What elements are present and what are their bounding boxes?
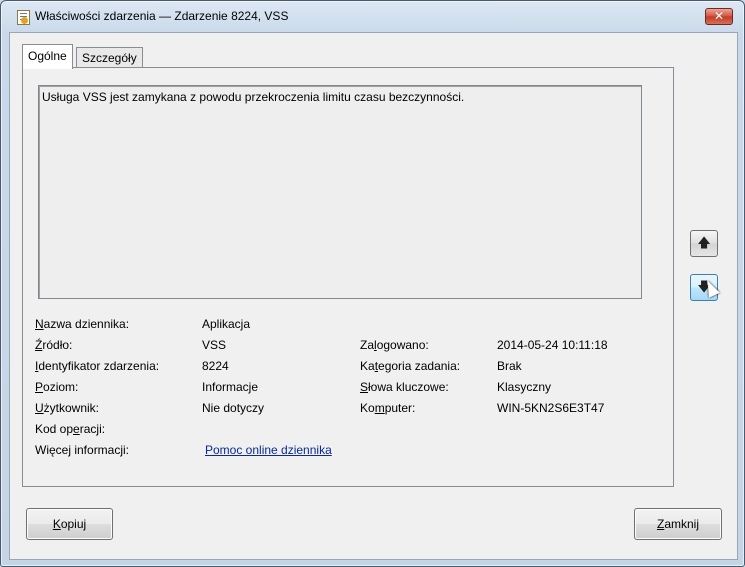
close-button[interactable]: Zamknij (634, 508, 722, 540)
previous-event-button[interactable]: 🡅 (690, 230, 718, 257)
dialog-body: Ogólne Szczegóły Usługa VSS jest zamykan… (9, 32, 738, 560)
source-value[interactable]: VSS (202, 338, 226, 352)
log-name-value[interactable]: Aplikacja (202, 317, 250, 331)
source-label: Źródło: (35, 338, 73, 352)
computer-value[interactable]: WIN-5KN2S6E3T47 (497, 401, 604, 415)
event-log-icon (17, 10, 30, 25)
event-description[interactable]: Usługa VSS jest zamykana z powodu przekr… (38, 85, 642, 299)
logged-label: Zalogowano: (360, 338, 429, 352)
event-id-value[interactable]: 8224 (202, 359, 229, 373)
copy-button[interactable]: Kopiuj (26, 508, 113, 540)
log-name-label: Nazwa dziennika: (35, 317, 130, 331)
level-value[interactable]: Informacje (202, 380, 258, 394)
task-category-value[interactable]: Brak (497, 359, 522, 373)
event-properties-window: Właściwości zdarzenia — Zdarzenie 8224, … (0, 0, 745, 567)
logged-value[interactable]: 2014-05-24 10:11:18 (497, 338, 608, 352)
keywords-label: Słowa kluczowe: (360, 380, 449, 394)
close-window-button[interactable]: ✕ (705, 8, 733, 25)
level-label: Poziom: (35, 380, 79, 394)
tab-details[interactable]: Szczegóły (76, 47, 143, 69)
task-category-label: Kategoria zadania: (360, 359, 461, 373)
opcode-label: Kod operacji: (35, 422, 106, 436)
computer-label: Komputer: (360, 401, 416, 415)
more-info-label: Więcej informacji: (35, 443, 130, 457)
user-value[interactable]: Nie dotyczy (202, 401, 264, 415)
title-bar[interactable]: Właściwości zdarzenia — Zdarzenie 8224, … (1, 1, 744, 31)
window-title: Właściwości zdarzenia — Zdarzenie 8224, … (35, 9, 289, 23)
arrow-up-icon: 🡅 (697, 235, 711, 250)
keywords-value[interactable]: Klasyczny (497, 380, 551, 394)
online-help-link[interactable]: Pomoc online dziennika (205, 443, 332, 457)
tab-general[interactable]: Ogólne (22, 44, 73, 69)
user-label: Użytkownik: (35, 401, 100, 415)
event-id-label: Identyfikator zdarzenia: (35, 359, 160, 373)
tab-panel-general: Usługa VSS jest zamykana z powodu przekr… (22, 67, 674, 487)
